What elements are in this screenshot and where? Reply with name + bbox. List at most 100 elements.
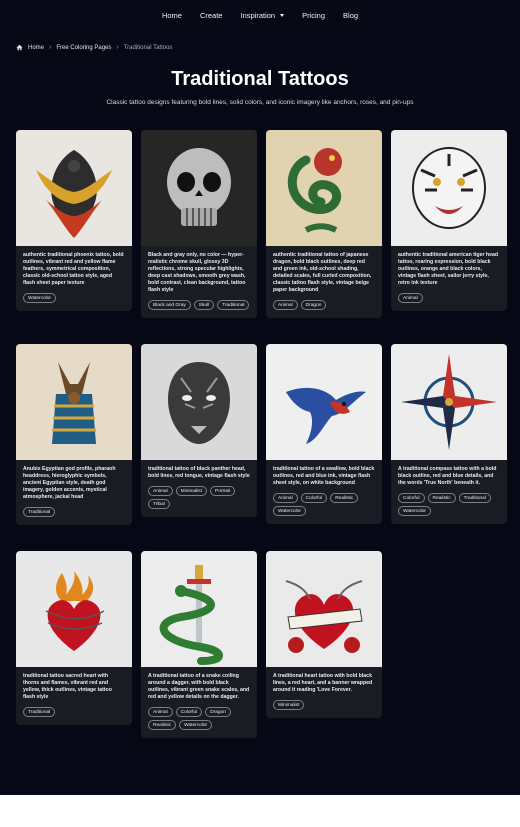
breadcrumb-section[interactable]: Free Coloring Pages	[56, 45, 111, 51]
card-tags: Animal	[391, 291, 507, 311]
breadcrumb: Home › Free Coloring Pages › Traditional…	[16, 44, 172, 51]
gallery-card[interactable]: authentic traditional phoenix tattoo, bo…	[16, 130, 132, 312]
card-description: Anubis Egyptian god profile, pharaoh hea…	[23, 466, 116, 501]
home-icon	[16, 44, 23, 51]
card-description: authentic traditional american tiger hea…	[398, 252, 499, 287]
page-title: Traditional Tattoos	[171, 68, 349, 90]
page-subtitle: Classic tattoo designs featuring bold li…	[106, 99, 414, 106]
card-tags: Animal Minimalist Portrait Tribal	[141, 484, 257, 517]
gallery-card[interactable]: A traditional compass tattoo with a bold…	[391, 344, 507, 525]
heart-banner-art	[266, 551, 382, 668]
snake-dagger-art	[141, 551, 257, 668]
card-image[interactable]	[391, 344, 507, 461]
phoenix-art	[16, 130, 132, 246]
card-description: authentic traditional phoenix tattoo, bo…	[23, 252, 124, 287]
tag-chip[interactable]: Animal	[148, 707, 173, 718]
nav-pricing[interactable]: Pricing	[302, 11, 325, 20]
card-image[interactable]	[16, 344, 132, 461]
tag-chip[interactable]: Watercolor	[23, 293, 57, 304]
chevron-right-icon: ›	[116, 44, 119, 51]
card-image[interactable]	[16, 551, 132, 668]
tag-chip[interactable]: Tribal	[148, 499, 170, 510]
nav-create[interactable]: Create	[200, 11, 223, 20]
card-tags: Minimalist	[266, 698, 382, 718]
gallery-card[interactable]: Black and gray only, no color — hyper-re…	[141, 130, 257, 319]
card-image[interactable]	[266, 344, 382, 461]
page: Home Create Inspiration Pricing Blog Hom…	[0, 0, 520, 795]
gallery-card[interactable]: traditional tattoo sacred heart with tho…	[16, 551, 132, 726]
sacred-heart-art	[16, 551, 132, 668]
gallery-card[interactable]: A traditional heart tattoo with bold bla…	[266, 551, 382, 719]
card-tags: Watercolor	[16, 291, 132, 311]
card-image[interactable]	[391, 130, 507, 246]
gallery-card[interactable]: traditional tattoo of black panther head…	[141, 344, 257, 518]
tag-chip[interactable]: Animal	[273, 300, 298, 311]
gallery-grid: authentic traditional phoenix tattoo, bo…	[16, 130, 507, 748]
nav-blog[interactable]: Blog	[343, 11, 358, 20]
tag-chip[interactable]: Black and Gray	[148, 300, 191, 311]
compass-art	[391, 344, 507, 461]
breadcrumb-home[interactable]: Home	[28, 45, 44, 51]
card-image[interactable]	[266, 551, 382, 668]
card-tags: Traditional	[16, 505, 132, 525]
gallery-card[interactable]: A traditional tattoo of a snake coiling …	[141, 551, 257, 739]
card-description: traditional tattoo of black panther head…	[148, 466, 250, 480]
tag-chip[interactable]: Realistic	[330, 493, 359, 504]
top-nav: Home Create Inspiration Pricing Blog	[0, 0, 520, 30]
gallery-card[interactable]: Anubis Egyptian god profile, pharaoh hea…	[16, 344, 132, 526]
chevron-right-icon: ›	[49, 44, 52, 51]
tag-chip[interactable]: Traditional	[23, 507, 56, 518]
tag-chip[interactable]: Minimalist	[175, 486, 207, 497]
card-image[interactable]	[141, 130, 257, 246]
tag-chip[interactable]: Realistic	[148, 720, 177, 731]
card-image[interactable]	[16, 130, 132, 246]
nav-inspiration-label: Inspiration	[240, 10, 276, 20]
dragon-art	[266, 130, 382, 246]
card-tags: Black and Gray Skull Traditional	[141, 298, 257, 318]
tag-chip[interactable]: Skull	[193, 300, 215, 311]
breadcrumb-current: Traditional Tattoos	[123, 44, 173, 51]
tag-chip[interactable]: Watercolor	[179, 720, 213, 731]
card-tags: Animal Colorful Dragon Realistic Watercolor	[141, 705, 257, 738]
nav-home[interactable]: Home	[162, 11, 182, 20]
tag-chip[interactable]: Animal	[148, 486, 173, 497]
anubis-art	[16, 344, 132, 461]
tag-chip[interactable]: Watercolor	[398, 506, 432, 517]
swallow-art	[266, 344, 382, 461]
tag-chip[interactable]: Animal	[273, 493, 298, 504]
tag-chip[interactable]: Colorful	[175, 707, 203, 718]
tag-chip[interactable]: Animal	[398, 293, 423, 304]
card-tags: Colorful Realistic Traditional Watercolor	[391, 491, 507, 524]
card-description: traditional tattoo sacred heart with tho…	[23, 673, 112, 701]
gallery-card[interactable]: authentic traditional american tiger hea…	[391, 130, 507, 312]
tag-chip[interactable]: Dragon	[300, 300, 327, 311]
gallery-card[interactable]: traditional tattoo of a swallow, bold bl…	[266, 344, 382, 525]
tag-chip[interactable]: Realistic	[427, 493, 456, 504]
card-image[interactable]	[141, 344, 257, 461]
tag-chip[interactable]: Portrait	[210, 486, 236, 497]
gallery-card[interactable]: authentic traditional tattoo of japanese…	[266, 130, 382, 319]
card-tags: Traditional	[16, 705, 132, 725]
tag-chip[interactable]: Dragon	[205, 707, 231, 718]
tag-chip[interactable]: Colorful	[398, 493, 425, 504]
card-description: authentic traditional tattoo of japanese…	[273, 252, 372, 294]
card-description: A traditional compass tattoo with a bold…	[398, 466, 497, 487]
card-description: traditional tattoo of a swallow, bold bl…	[273, 466, 375, 487]
tag-chip[interactable]: Traditional	[23, 707, 56, 718]
tiger-art	[391, 130, 507, 246]
card-description: A traditional heart tattoo with bold bla…	[273, 673, 373, 694]
card-tags: Animal Colorful Realistic Watercolor	[266, 491, 382, 524]
tag-chip[interactable]: Colorful	[300, 493, 328, 504]
tag-chip[interactable]: Watercolor	[273, 506, 307, 517]
card-image[interactable]	[141, 551, 257, 668]
tag-chip[interactable]: Minimalist	[273, 700, 305, 711]
card-description: A traditional tattoo of a snake coiling …	[148, 673, 250, 701]
tag-chip[interactable]: Traditional	[458, 493, 491, 504]
tag-chip[interactable]: Traditional	[217, 300, 250, 311]
card-description: Black and gray only, no color — hyper-re…	[148, 252, 246, 294]
nav-inspiration[interactable]: Inspiration	[240, 10, 285, 20]
card-image[interactable]	[266, 130, 382, 246]
card-tags: Animal Dragon	[266, 298, 382, 318]
chevron-down-icon	[280, 13, 285, 17]
skull-art	[141, 130, 257, 246]
